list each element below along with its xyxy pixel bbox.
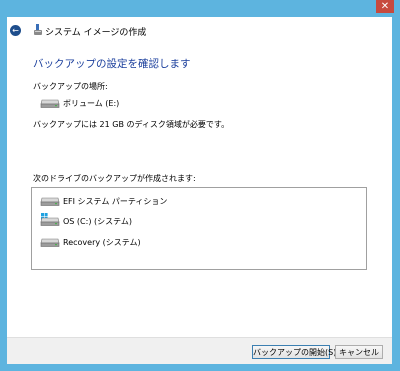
space-required-note: バックアップには 21 GB のディスク領域が必要です。 (33, 120, 230, 129)
window-title: システム イメージの作成 (45, 28, 147, 38)
backup-location-drive-label: ボリューム (E:) (63, 99, 120, 108)
start-backup-button[interactable]: バックアップの開始(S) (252, 345, 336, 359)
hard-drive-icon (40, 238, 60, 247)
drives-listbox[interactable]: EFI システム パーティション OS (C:) (システム) Recovery… (31, 187, 367, 270)
list-item-label: OS (C:) (システム) (63, 217, 132, 226)
drives-list-label: 次のドライブのバックアップが作成されます: (33, 174, 196, 183)
list-item: OS (C:) (システム) (40, 213, 240, 229)
window-frame: ✕ ← システム イメージの作成 バックアップの設定を確認します バックアップの… (0, 0, 400, 371)
list-item: Recovery (システム) (40, 236, 240, 248)
cancel-button[interactable]: キャンセル (335, 345, 383, 359)
windows-drive-icon (40, 213, 60, 226)
page-heading: バックアップの設定を確認します (33, 58, 191, 70)
list-item-label: EFI システム パーティション (63, 197, 168, 206)
hard-drive-icon (40, 197, 60, 206)
system-image-icon (34, 24, 42, 35)
title-bar: ← システム イメージの作成 (7, 17, 392, 44)
back-arrow-icon[interactable]: ← (10, 25, 21, 36)
button-bar: バックアップの開始(S) キャンセル (7, 337, 392, 364)
close-button[interactable]: ✕ (376, 0, 394, 13)
backup-location-drive: ボリューム (E:) (40, 97, 160, 109)
hard-drive-icon (40, 99, 60, 108)
list-item-label: Recovery (システム) (63, 238, 141, 247)
dialog-client-area: ← システム イメージの作成 バックアップの設定を確認します バックアップの場所… (7, 17, 392, 364)
backup-location-label: バックアップの場所: (33, 82, 108, 91)
list-item: EFI システム パーティション (40, 195, 240, 207)
